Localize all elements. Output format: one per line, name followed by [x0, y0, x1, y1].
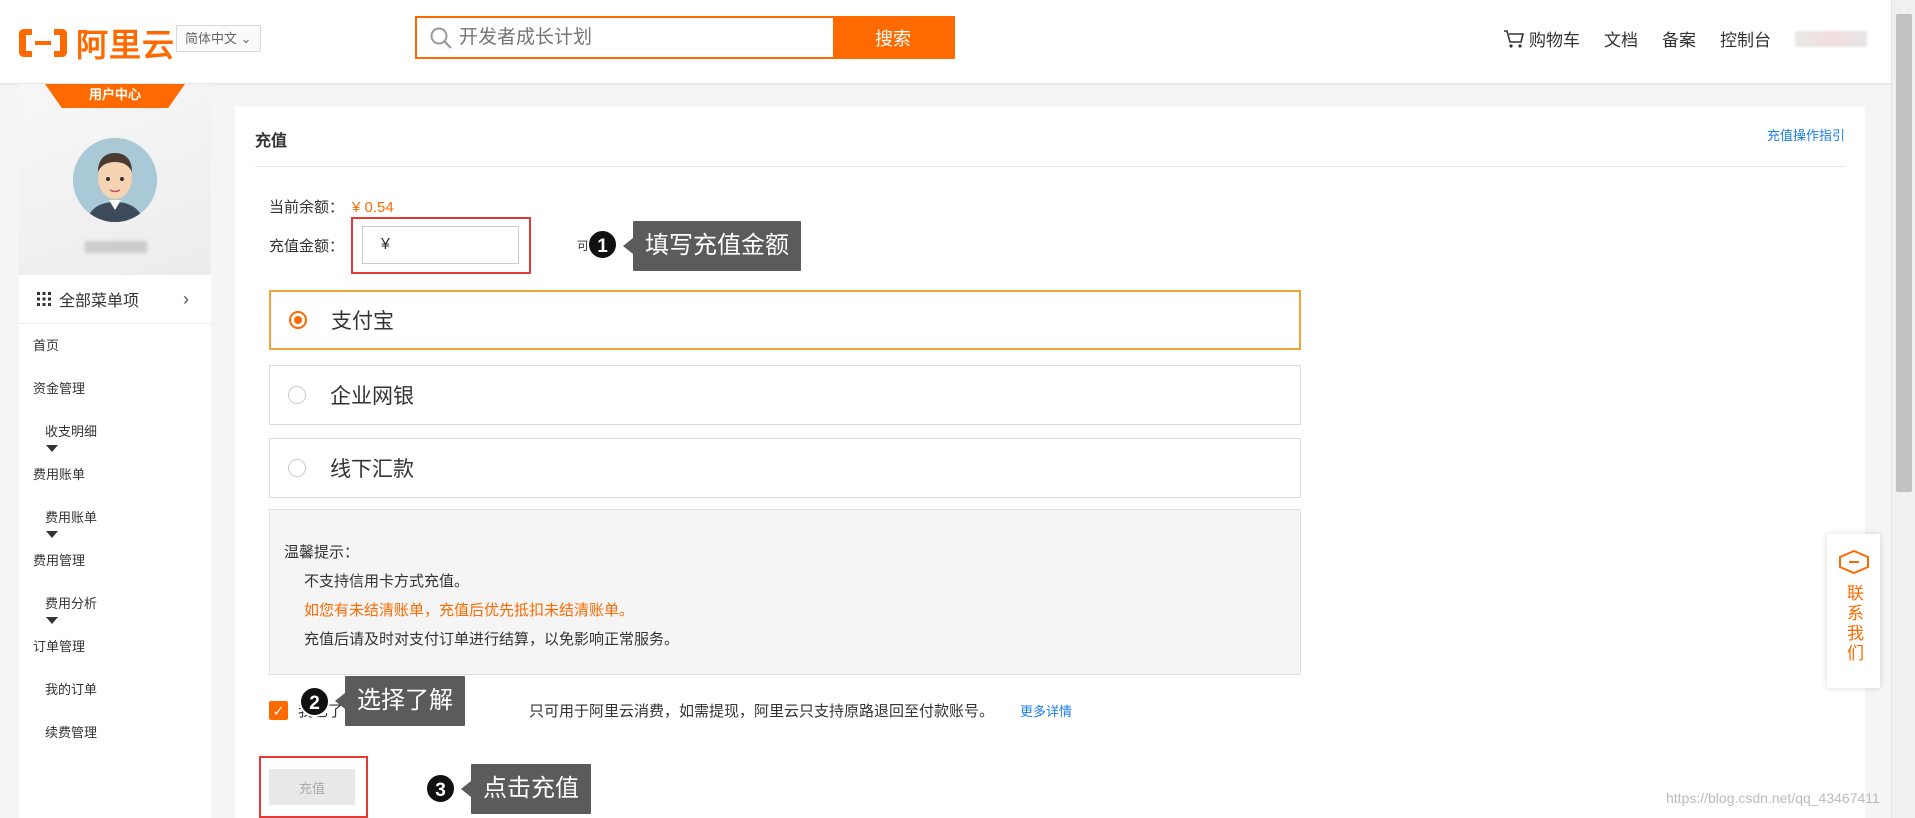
- sidebar-item-cost-management[interactable]: 费用管理: [19, 539, 211, 582]
- chevron-down-icon: ⌄: [240, 31, 252, 46]
- payment-label: 线下汇款: [330, 458, 414, 481]
- aliyun-logo-icon: [18, 26, 68, 60]
- grid-icon: [37, 292, 51, 306]
- agreement-text: 只可用于阿里云消费，如需提现，阿里云只支持原路退回至付款账号。: [529, 703, 995, 720]
- payment-option-corporate-bank[interactable]: 企业网银: [269, 365, 1301, 425]
- search-button[interactable]: 搜索: [833, 18, 953, 57]
- page-title: 充值: [255, 133, 288, 150]
- icp-link[interactable]: 备案: [1662, 26, 1696, 51]
- aliyun-logo[interactable]: 阿里云: [18, 20, 175, 66]
- sidebar-item-orders[interactable]: 订单管理: [19, 625, 211, 668]
- scrollbar[interactable]: [1891, 0, 1915, 818]
- payment-label: 企业网银: [330, 385, 414, 408]
- callout-acknowledge: 选择了解: [335, 676, 465, 726]
- tips-title: 温馨提示：: [284, 544, 360, 561]
- cart-label: 购物车: [1529, 31, 1580, 50]
- tips-box: 温馨提示： 不支持信用卡方式充值。 如您有未结清账单，充值后优先抵扣未结清账单。…: [269, 509, 1301, 675]
- all-menu-button[interactable]: 全部菜单项 ›: [19, 274, 211, 324]
- user-center-badge: 用户中心: [45, 84, 185, 108]
- search-bar: 搜索: [415, 16, 955, 59]
- watermark: https://blog.csdn.net/qq_43467411: [1666, 790, 1880, 806]
- sidebar-item-funds[interactable]: 资金管理: [19, 367, 211, 410]
- more-details-link[interactable]: 更多详情: [1020, 701, 1072, 720]
- scrollbar-thumb[interactable]: [1896, 14, 1912, 492]
- sidebar-menu: 首页 资金管理 收支明细 费用账单 费用账单 费用管理 费用分析 订单管理 我的…: [19, 324, 211, 754]
- radio-icon: [288, 386, 306, 404]
- payment-option-alipay[interactable]: 支付宝: [269, 290, 1301, 350]
- docs-link[interactable]: 文档: [1604, 26, 1638, 51]
- top-nav: 购物车 文档 备案 控制台: [1503, 26, 1867, 51]
- search-icon: [423, 18, 459, 57]
- logo-text: 阿里云: [76, 27, 176, 63]
- amount-label: 充值金额：: [269, 238, 345, 255]
- recharge-panel: 充值 充值操作指引 当前余额：¥ 0.54 充值金额： ¥ 可 录 支付宝 企业…: [235, 107, 1865, 818]
- tips-warning: 如您有未结清账单，充值后优先抵扣未结清账单。: [304, 602, 635, 619]
- tips-line: 不支持信用卡方式充值。: [304, 573, 470, 590]
- cart-link[interactable]: 购物车: [1503, 26, 1580, 51]
- sidebar-item-billing[interactable]: 费用账单: [19, 453, 211, 496]
- step-3-marker: 3: [425, 773, 456, 804]
- callout-fill-amount: 填写充值金额: [623, 221, 801, 271]
- payment-label: 支付宝: [331, 310, 394, 333]
- sidebar-item-renewal[interactable]: 续费管理: [19, 711, 211, 754]
- contact-label: 联系我们: [1844, 584, 1863, 664]
- balance-row: 当前余额： ¥ 0.54: [269, 196, 394, 217]
- highlight-box-recharge: [259, 756, 368, 818]
- sidebar-item-my-orders[interactable]: 我的订单: [19, 668, 211, 711]
- balance-value: ¥ 0.54: [352, 199, 394, 216]
- contact-icon: [1838, 550, 1869, 574]
- callout-click-recharge: 点击充值: [461, 764, 591, 814]
- step-2-marker: 2: [299, 686, 330, 717]
- sidebar: 用户中心 全部菜单项 › 首页 资金管理 收支明细 费用账单 费用账单 费用管理…: [19, 84, 211, 818]
- console-link[interactable]: 控制台: [1720, 26, 1771, 51]
- payment-option-offline-transfer[interactable]: 线下汇款: [269, 438, 1301, 498]
- avatar[interactable]: [73, 138, 157, 222]
- user-profile-card: 用户中心: [19, 84, 211, 274]
- tips-line: 充值后请及时对支付订单进行结算，以免影响正常服务。: [304, 631, 680, 648]
- divider: [255, 166, 1845, 167]
- radio-icon: [288, 459, 306, 477]
- highlight-box-amount: [351, 217, 531, 274]
- agreement-checkbox[interactable]: ✓: [269, 701, 288, 720]
- top-bar: 阿里云 简体中文 ⌄ 搜索 购物车 文档 备案 控制台: [0, 0, 1915, 84]
- cart-icon: [1504, 29, 1525, 48]
- balance-label: 当前余额：: [269, 199, 345, 216]
- step-1-marker: 1: [587, 229, 618, 260]
- username-blurred: [85, 241, 147, 253]
- sidebar-item-home[interactable]: 首页: [19, 324, 211, 367]
- all-menu-label: 全部菜单项: [59, 293, 140, 310]
- language-label: 简体中文: [185, 31, 238, 46]
- chevron-right-icon: ›: [183, 289, 189, 309]
- contact-us-widget[interactable]: 联系我们: [1827, 534, 1880, 688]
- guide-link[interactable]: 充值操作指引: [1767, 125, 1845, 144]
- language-selector[interactable]: 简体中文 ⌄: [176, 25, 261, 52]
- search-input[interactable]: [459, 18, 833, 57]
- user-account-blurred[interactable]: [1795, 30, 1867, 47]
- radio-selected-icon: [289, 311, 307, 329]
